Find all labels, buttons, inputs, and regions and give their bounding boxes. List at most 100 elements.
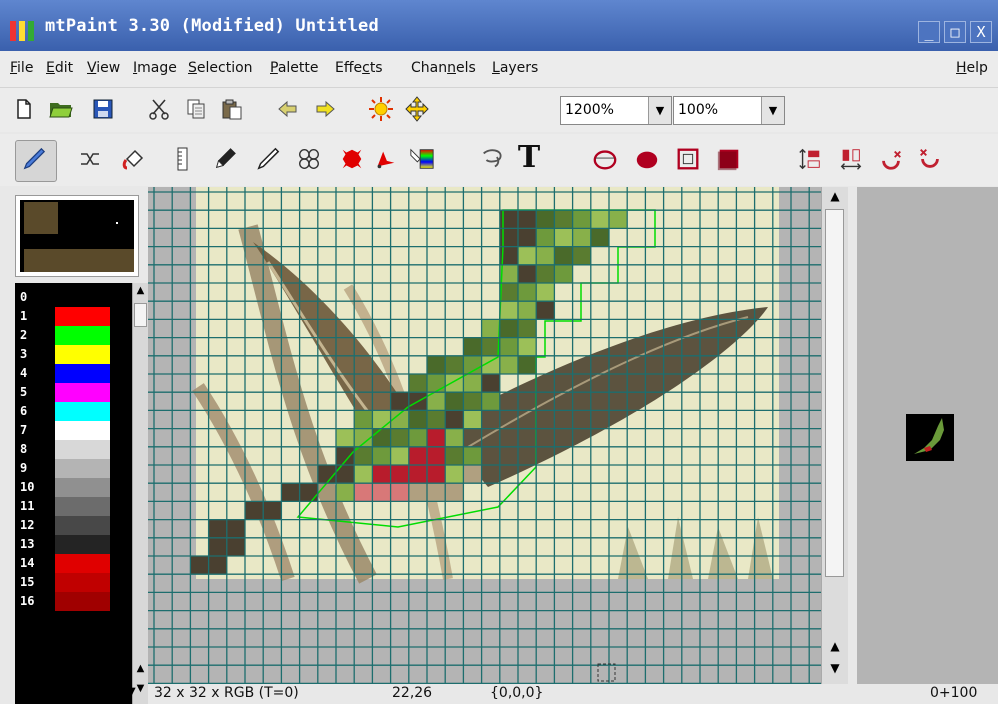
cut-icon[interactable] — [146, 96, 172, 122]
text-tool-icon[interactable]: T — [516, 140, 542, 175]
scroll-up-icon[interactable]: ▲ — [134, 285, 147, 299]
maximize-button[interactable]: □ — [944, 21, 966, 43]
close-button[interactable]: X — [970, 21, 992, 43]
palette-entry[interactable]: 14 — [15, 554, 132, 573]
image-thumbnail[interactable] — [906, 414, 954, 461]
palette-entry[interactable]: 2 — [15, 326, 132, 345]
menu-palette[interactable]: Palette — [270, 60, 319, 76]
palette-scrollbar[interactable]: ▲ ▲ ▼ — [132, 283, 149, 704]
menu-image[interactable]: Image — [133, 60, 177, 76]
menu-layers[interactable]: Layers — [492, 60, 538, 76]
opacity-combo[interactable]: 100% ▼ — [673, 96, 785, 125]
palette-swatch[interactable] — [55, 516, 110, 535]
flip-vertical-icon[interactable] — [797, 146, 823, 172]
palette-swatch[interactable] — [55, 307, 110, 326]
image-canvas[interactable] — [148, 187, 821, 684]
flood-fill-icon[interactable] — [122, 146, 148, 172]
palette-swatch[interactable] — [55, 326, 110, 345]
copy-icon[interactable] — [183, 96, 209, 122]
spray-red-square-icon[interactable] — [339, 146, 365, 172]
scroll-down-icon[interactable]: ▼ — [128, 686, 142, 702]
pixel-cell — [408, 428, 427, 447]
gradient-tool-icon[interactable] — [372, 146, 398, 172]
lasso-icon[interactable] — [480, 146, 506, 172]
pattern-swatch[interactable] — [24, 249, 134, 272]
palette-swatch[interactable] — [55, 345, 110, 364]
rotate-clockwise-icon[interactable] — [878, 146, 904, 172]
palette-swatch[interactable] — [55, 288, 110, 307]
shuffle-icon[interactable] — [77, 146, 103, 172]
redo-arrow-icon[interactable] — [312, 96, 338, 122]
new-file-icon[interactable] — [11, 96, 37, 122]
pan-move-icon[interactable] — [404, 96, 430, 122]
color-pick-icon[interactable] — [409, 146, 435, 172]
palette-entry[interactable]: 1 — [15, 307, 132, 326]
clone-icon[interactable] — [296, 146, 322, 172]
brightness-icon[interactable] — [368, 96, 394, 122]
ellipse-outline-icon[interactable] — [592, 146, 618, 172]
rect-outline-icon[interactable] — [675, 146, 701, 172]
chevron-down-icon[interactable]: ▼ — [648, 97, 671, 124]
palette-entry[interactable]: 16 — [15, 592, 132, 611]
pencil-icon[interactable] — [255, 146, 281, 172]
palette-swatch[interactable] — [55, 440, 110, 459]
menu-file[interactable]: File — [10, 60, 33, 76]
palette-entry[interactable]: 3 — [15, 345, 132, 364]
palette-entry[interactable]: 0 — [15, 288, 132, 307]
palette-entry[interactable]: 9 — [15, 459, 132, 478]
scroll-up-icon[interactable]: ▲ — [134, 663, 147, 677]
palette-swatch[interactable] — [55, 573, 110, 592]
view-window[interactable] — [857, 187, 998, 684]
scroll-up-icon[interactable]: ▲ — [825, 189, 845, 207]
scroll-down-icon[interactable]: ▼ — [825, 661, 845, 679]
palette-list[interactable]: 0 1 2 3 4 5 6 7 8 9 10 11 12 13 14 15 16 — [15, 283, 132, 704]
palette-entry[interactable]: 12 — [15, 516, 132, 535]
palette-swatch[interactable] — [55, 364, 110, 383]
paint-brush-icon[interactable] — [21, 146, 47, 172]
rect-filled-icon[interactable] — [716, 146, 742, 172]
minimize-button[interactable]: _ — [918, 21, 940, 43]
palette-entry[interactable]: 15 — [15, 573, 132, 592]
palette-entry[interactable]: 6 — [15, 402, 132, 421]
canvas-vertical-scrollbar[interactable]: ▲ ▲ ▼ — [821, 187, 848, 684]
canvas-scroll-thumb[interactable] — [825, 209, 844, 577]
palette-entry[interactable]: 13 — [15, 535, 132, 554]
straight-line-icon[interactable] — [170, 146, 196, 172]
rotate-anticlockwise-icon[interactable] — [917, 146, 943, 172]
palette-swatch[interactable] — [55, 459, 110, 478]
palette-entry[interactable]: 4 — [15, 364, 132, 383]
palette-entry[interactable]: 7 — [15, 421, 132, 440]
save-icon[interactable] — [90, 96, 116, 122]
palette-swatch[interactable] — [55, 535, 110, 554]
color-a-swatch[interactable] — [24, 202, 58, 234]
palette-swatch[interactable] — [55, 383, 110, 402]
menu-channels[interactable]: Channels — [411, 60, 476, 76]
canvas-area[interactable] — [148, 187, 821, 684]
smudge-icon[interactable] — [212, 146, 238, 172]
menu-help[interactable]: Help — [956, 60, 988, 76]
palette-swatch[interactable] — [55, 402, 110, 421]
menu-effects[interactable]: Effects — [335, 60, 383, 76]
undo-arrow-icon[interactable] — [275, 96, 301, 122]
palette-swatch[interactable] — [55, 592, 110, 611]
flip-horizontal-icon[interactable] — [838, 146, 864, 172]
palette-swatch[interactable] — [55, 478, 110, 497]
palette-swatch[interactable] — [55, 497, 110, 516]
palette-entry[interactable]: 8 — [15, 440, 132, 459]
zoom-combo[interactable]: 1200% ▼ — [560, 96, 672, 125]
open-folder-icon[interactable] — [48, 96, 74, 122]
ellipse-filled-icon[interactable] — [634, 146, 660, 172]
scroll-up-icon[interactable]: ▲ — [825, 639, 845, 657]
menu-selection[interactable]: Selection — [188, 60, 253, 76]
palette-entry[interactable]: 10 — [15, 478, 132, 497]
palette-swatch[interactable] — [55, 554, 110, 573]
palette-scroll-thumb[interactable] — [134, 303, 147, 327]
palette-swatch[interactable] — [55, 421, 110, 440]
menu-view[interactable]: View — [87, 60, 120, 76]
menu-edit[interactable]: Edit — [46, 60, 73, 76]
color-preview[interactable] — [15, 195, 139, 277]
palette-entry[interactable]: 5 — [15, 383, 132, 402]
paste-icon[interactable] — [219, 96, 245, 122]
chevron-down-icon[interactable]: ▼ — [761, 97, 784, 124]
palette-entry[interactable]: 11 — [15, 497, 132, 516]
